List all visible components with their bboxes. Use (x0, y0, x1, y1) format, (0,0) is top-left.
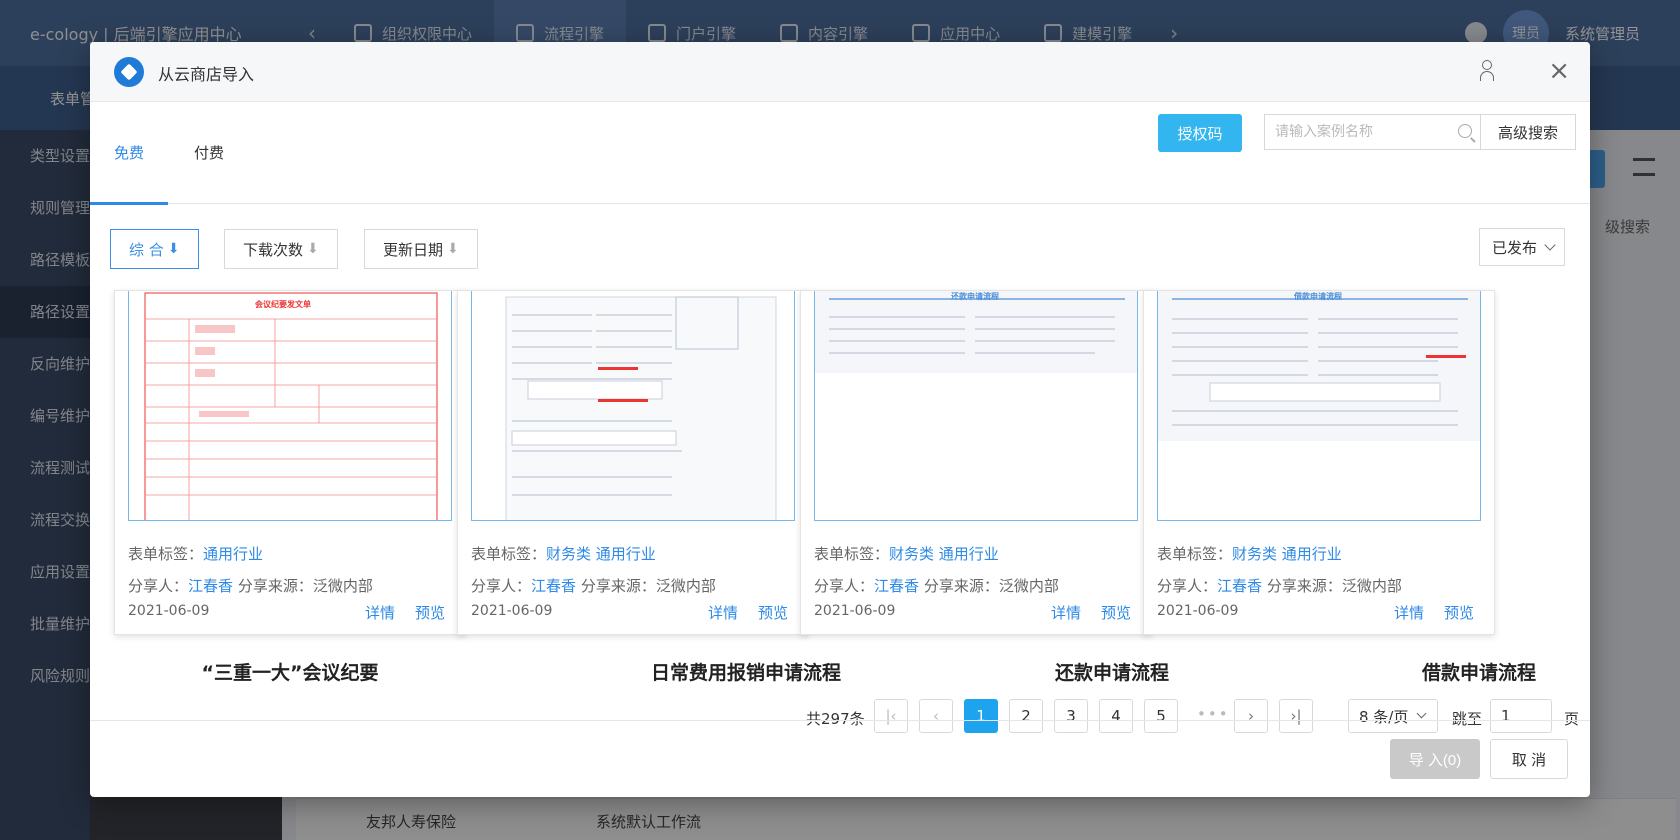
cloud-store-logo-icon (114, 57, 144, 87)
card-actions: 详情 预览 (1394, 602, 1474, 623)
card-actions: 详情 预览 (365, 602, 445, 623)
card-share: 分享人：江春香 分享来源：泛微内部 (471, 577, 716, 595)
card-name: 日常费用报销申请流程 (650, 662, 841, 684)
modal-header: 从云商店导入 × (90, 42, 1590, 102)
template-thumbnail[interactable]: 还款申请流程 (814, 291, 1138, 521)
card-share: 分享人：江春香 分享来源：泛微内部 (1157, 577, 1402, 595)
import-button[interactable]: 导 入(0) (1390, 739, 1480, 779)
template-card[interactable]: 会议纪要发文单 表单标签：通用行业 分享人：江春香 分享来源：泛微内部 2021… (114, 290, 466, 635)
tag-link[interactable]: 财务类 通用行业 (546, 545, 656, 563)
card-date: 2021-06-09 (1157, 603, 1239, 619)
import-modal: 从云商店导入 × 免费 付费 授权码 高级搜索 综 合⬇ 下载次数⬇ 更新日期⬇… (90, 42, 1590, 797)
card-tags: 表单标签：财务类 通用行业 (1157, 545, 1342, 563)
tab-paid[interactable]: 付费 (194, 102, 224, 204)
modal-title: 从云商店导入 (158, 65, 255, 84)
card-name: 还款申请流程 (1054, 662, 1169, 684)
search-input[interactable] (1265, 115, 1445, 149)
sort-updated-button[interactable]: 更新日期 ⬇ (364, 229, 478, 269)
template-card[interactable]: 还款申请流程 表单标签：财务类 通用行业 分享人：江春香 分享来源：泛微内部 2… (800, 290, 1152, 635)
sharer-link[interactable]: 江春香 (531, 577, 576, 595)
cancel-button[interactable]: 取 消 (1490, 739, 1568, 779)
status-select[interactable]: 已发布 (1479, 228, 1565, 266)
close-icon[interactable]: × (1548, 56, 1570, 86)
thumbnail-form-image (815, 291, 1137, 373)
template-thumbnail[interactable]: 借款申请流程 (1157, 291, 1481, 521)
sort-comprehensive-button[interactable]: 综 合 ⬇ (110, 229, 199, 269)
card-tags: 表单标签：通用行业 (128, 545, 264, 563)
advanced-search-button[interactable]: 高级搜索 (1480, 114, 1576, 150)
card-actions: 详情 预览 (708, 602, 788, 623)
template-thumbnail[interactable]: 会议纪要发文单 (128, 291, 452, 521)
preview-link[interactable]: 预览 (758, 602, 788, 623)
thumbnail-form-image (144, 292, 438, 520)
arrow-down-icon: ⬇ (447, 241, 459, 257)
card-actions: 详情 预览 (1051, 602, 1131, 623)
detail-link[interactable]: 详情 (1394, 602, 1424, 623)
card-date: 2021-06-09 (471, 603, 553, 619)
tab-free[interactable]: 免费 (90, 102, 169, 205)
tag-link[interactable]: 财务类 通用行业 (1232, 545, 1342, 563)
user-icon[interactable] (1480, 60, 1494, 82)
card-tags: 表单标签：财务类 通用行业 (471, 545, 656, 563)
preview-link[interactable]: 预览 (1444, 602, 1474, 623)
card-name: 借款申请流程 (1421, 662, 1536, 684)
tag-link[interactable]: 财务类 通用行业 (889, 545, 999, 563)
sort-row: 综 合 ⬇ 下载次数 ⬇ 更新日期 ⬇ 已发布 (90, 205, 1590, 290)
template-card[interactable]: 表单标签：财务类 通用行业 分享人：江春香 分享来源：泛微内部 2021-06-… (457, 290, 809, 635)
auth-code-button[interactable]: 授权码 (1158, 114, 1242, 152)
sort-downloads-button[interactable]: 下载次数 ⬇ (224, 229, 338, 269)
tag-link[interactable]: 通用行业 (203, 545, 263, 563)
preview-link[interactable]: 预览 (1101, 602, 1131, 623)
cards-area: 会议纪要发文单 表单标签：通用行业 分享人：江春香 分享来源：泛微内部 2021… (90, 290, 1590, 685)
chevron-down-icon (1416, 708, 1427, 719)
search-box (1264, 114, 1482, 150)
sharer-link[interactable]: 江春香 (874, 577, 919, 595)
thumbnail-form-image (505, 296, 777, 520)
sharer-link[interactable]: 江春香 (188, 577, 233, 595)
thumbnail-form-image (1158, 291, 1480, 441)
preview-link[interactable]: 预览 (415, 602, 445, 623)
card-share: 分享人：江春香 分享来源：泛微内部 (128, 577, 373, 595)
detail-link[interactable]: 详情 (1051, 602, 1081, 623)
arrow-down-icon: ⬇ (307, 241, 319, 257)
card-date: 2021-06-09 (814, 603, 896, 619)
card-date: 2021-06-09 (128, 603, 210, 619)
card-name: “三重一大”会议纪要 (201, 662, 379, 684)
thumbnail-title: 借款申请流程 (1294, 292, 1342, 301)
modal-footer: 导 入(0) 取 消 (90, 720, 1590, 797)
detail-link[interactable]: 详情 (365, 602, 395, 623)
arrow-down-icon: ⬇ (167, 241, 180, 257)
sharer-link[interactable]: 江春香 (1217, 577, 1262, 595)
detail-link[interactable]: 详情 (708, 602, 738, 623)
thumbnail-title: 还款申请流程 (951, 292, 999, 301)
card-share: 分享人：江春香 分享来源：泛微内部 (814, 577, 1059, 595)
template-card[interactable]: 借款申请流程 表单标签：财务类 通用行业 分享人：江春香 分享来源：泛微内部 2… (1143, 290, 1495, 635)
template-thumbnail[interactable] (471, 291, 795, 521)
card-tags: 表单标签：财务类 通用行业 (814, 545, 999, 563)
chevron-down-icon (1544, 239, 1556, 251)
thumbnail-title: 会议纪要发文单 (255, 300, 311, 309)
search-icon[interactable] (1458, 124, 1472, 138)
